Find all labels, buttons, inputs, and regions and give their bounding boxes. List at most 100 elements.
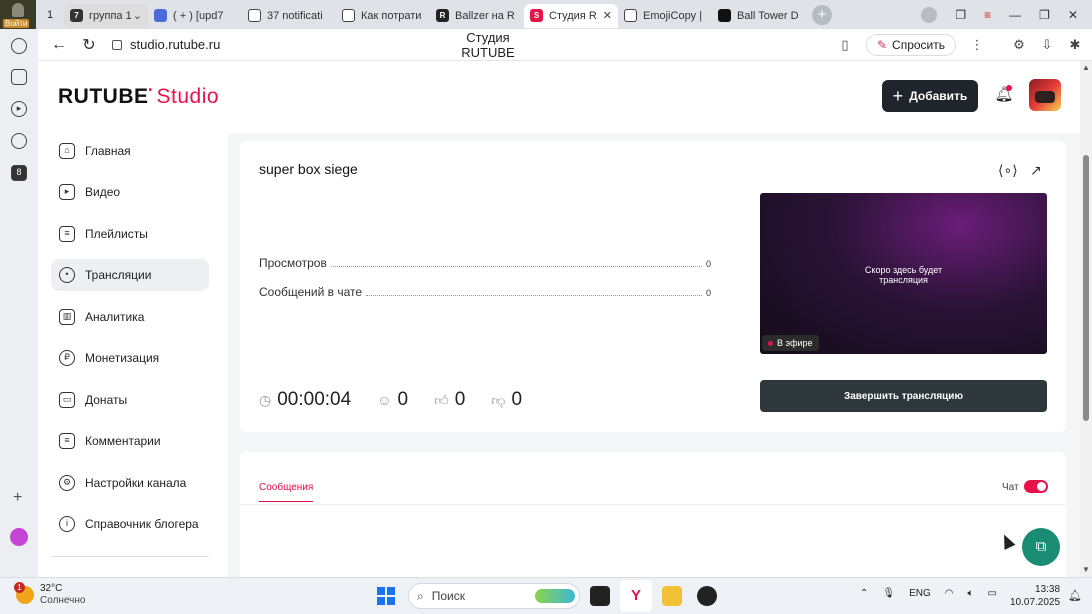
- weather-widget[interactable]: 1 32°C Солнечно: [14, 582, 86, 607]
- task-view-icon[interactable]: [590, 586, 610, 606]
- language-indicator[interactable]: ENG: [909, 588, 931, 599]
- maximize-icon[interactable]: ❐: [1039, 8, 1050, 22]
- more-icon[interactable]: ⋮: [970, 37, 984, 52]
- new-tab-button[interactable]: +: [812, 4, 832, 25]
- notification-bell-icon[interactable]: 🔔︎: [1068, 589, 1082, 602]
- music-icon[interactable]: [11, 133, 27, 149]
- share-icon[interactable]: ⟨∘⟩: [998, 162, 1018, 179]
- sidebar-item-label: Трансляции: [85, 268, 152, 282]
- app-icon[interactable]: [697, 586, 717, 606]
- external-link-icon[interactable]: ↗: [1030, 162, 1042, 179]
- account-icon[interactable]: [921, 6, 938, 23]
- weather-badge: 1: [14, 582, 25, 593]
- back-icon[interactable]: ←: [44, 36, 74, 54]
- close-icon[interactable]: ✕: [603, 9, 612, 22]
- url-field[interactable]: studio.rutube.ru: [112, 37, 220, 52]
- sidebar-item-label: Аналитика: [85, 310, 145, 324]
- yandex-browser-icon[interactable]: Y: [626, 586, 646, 606]
- sidebar-item-blogger-guide[interactable]: i Справочник блогера: [51, 508, 209, 540]
- extensions-puzzle-icon[interactable]: ✱: [1068, 37, 1082, 52]
- play-icon[interactable]: ▸: [11, 101, 27, 117]
- help-chat-button[interactable]: ⧉: [1022, 528, 1060, 566]
- stat-label: Просмотров: [259, 256, 327, 270]
- rutube-studio-logo[interactable]: RUTUBE• Studio: [58, 85, 219, 109]
- sidebar-item-label: Главная: [85, 144, 131, 158]
- reload-icon[interactable]: ↻: [74, 35, 104, 55]
- stream-metrics: ◷ 00:00:04 ☺ 0 👍︎ 0 👎︎ 0: [259, 389, 548, 411]
- taskbar-search[interactable]: ⌕ Поиск: [408, 583, 580, 609]
- volume-icon[interactable]: 🔈︎: [968, 588, 974, 599]
- chat-bubble-icon: ⧉: [1035, 538, 1047, 555]
- sidebar-item-playlists[interactable]: ≡ Плейлисты: [51, 218, 209, 250]
- chevron-up-icon[interactable]: ⌃: [860, 588, 868, 599]
- browser-tab-active[interactable]: S Студия R ✕: [524, 3, 618, 28]
- browser-tab[interactable]: Ball Tower D: [712, 4, 806, 28]
- minimize-icon[interactable]: —: [1009, 8, 1021, 22]
- browser-tab[interactable]: EmojiCopy |: [618, 4, 712, 28]
- microphone-icon[interactable]: 🎙︎: [882, 588, 895, 599]
- playlist-icon: ≡: [59, 226, 75, 242]
- channel-avatar[interactable]: [1029, 79, 1061, 111]
- tab-label: EmojiCopy |: [643, 9, 703, 22]
- close-window-icon[interactable]: ✕: [1068, 8, 1078, 22]
- tab-label: Студия R: [549, 9, 597, 22]
- browser-tab[interactable]: ( + ) [upd7: [148, 4, 242, 28]
- logo-main: RUTUBE: [58, 85, 149, 108]
- chat-toggle[interactable]: [1024, 480, 1048, 493]
- sidebar-item-channel-settings[interactable]: ⚙ Настройки канала: [51, 467, 209, 499]
- extension-icon[interactable]: ⚙: [1012, 37, 1026, 52]
- page-scrollbar[interactable]: ▲ ▼: [1080, 61, 1092, 577]
- clock-icon[interactable]: [11, 38, 27, 54]
- sidebar-item-video[interactable]: ▸ Видео: [51, 176, 209, 208]
- tab-count[interactable]: 1: [36, 9, 64, 21]
- end-stream-button[interactable]: Завершить трансляцию: [760, 380, 1047, 412]
- browser-tab[interactable]: Как потрати: [336, 4, 430, 28]
- studio-sidebar: ⌂ Главная ▸ Видео ≡ Плейлисты • Трансляции ▥…: [38, 133, 228, 577]
- tab-messages[interactable]: Сообщения: [259, 482, 314, 502]
- bell-icon[interactable]: 🔔︎: [994, 85, 1014, 105]
- scroll-up-icon[interactable]: ▲: [1082, 63, 1090, 72]
- badge-8-icon[interactable]: 8: [11, 165, 27, 181]
- taskbar-clock[interactable]: 13:38 10.07.2025: [1010, 583, 1060, 609]
- browser-tab-strip: Войти 1 7 группа 1 ⌄ ( + ) [upd7 37 noti…: [0, 0, 1092, 29]
- stream-title: super box siege: [259, 161, 358, 177]
- sidebar-item-donations[interactable]: ▭ Донаты: [51, 384, 209, 416]
- scrollbar-thumb[interactable]: [1083, 155, 1089, 421]
- metric-likes: 👍︎ 0: [434, 389, 465, 411]
- add-button[interactable]: + Добавить: [882, 80, 978, 112]
- sidebar-item-analytics[interactable]: ▥ Аналитика: [51, 301, 209, 333]
- windows-start-icon[interactable]: [377, 587, 395, 605]
- ask-button[interactable]: ✎ Спросить: [865, 33, 956, 56]
- menu-icon[interactable]: ≡: [984, 8, 991, 22]
- timer-value: 00:00:04: [277, 389, 352, 410]
- url-text: studio.rutube.ru: [130, 37, 221, 52]
- sidebar-item-broadcasts[interactable]: • Трансляции: [51, 259, 209, 291]
- stat-value: 0: [705, 288, 711, 298]
- info-icon: i: [59, 516, 75, 532]
- sidebar-item-comments[interactable]: ≡ Комментарии: [51, 425, 209, 457]
- weather-desc: Солнечно: [40, 595, 86, 606]
- alice-assistant-icon[interactable]: [10, 528, 28, 546]
- viewers-value: 0: [397, 389, 409, 410]
- tab-group[interactable]: 7 группа 1 ⌄: [64, 3, 148, 28]
- bookmarks-icon[interactable]: ❐: [955, 8, 966, 22]
- notes-icon[interactable]: [11, 69, 27, 85]
- scroll-down-icon[interactable]: ▼: [1082, 565, 1090, 574]
- dotted-leader: [330, 266, 702, 267]
- notification-dot: [1006, 85, 1012, 91]
- sidebar-item-home[interactable]: ⌂ Главная: [51, 135, 209, 167]
- battery-icon[interactable]: ▭: [988, 588, 997, 599]
- wifi-icon[interactable]: ◠: [945, 588, 954, 599]
- profile-button[interactable]: Войти: [0, 0, 36, 29]
- sidebar-item-monetization[interactable]: ₽ Монетизация: [51, 342, 209, 374]
- file-explorer-icon[interactable]: [662, 586, 682, 606]
- browser-tab[interactable]: R Ballzer на R: [430, 4, 524, 28]
- downloads-icon[interactable]: ⇩: [1040, 37, 1054, 52]
- address-bar: ← ↻ studio.rutube.ru Студия RUTUBE ▯ ✎ С…: [38, 29, 1092, 61]
- add-panel-icon[interactable]: +: [13, 489, 22, 507]
- bookmark-icon[interactable]: ▯: [838, 37, 852, 52]
- preview-line-2: трансляция: [879, 275, 928, 285]
- stream-preview[interactable]: Скоро здесь будет трансляция В эфире: [760, 193, 1047, 354]
- plus-icon: +: [892, 86, 904, 106]
- browser-tab[interactable]: 37 notificati: [242, 4, 336, 28]
